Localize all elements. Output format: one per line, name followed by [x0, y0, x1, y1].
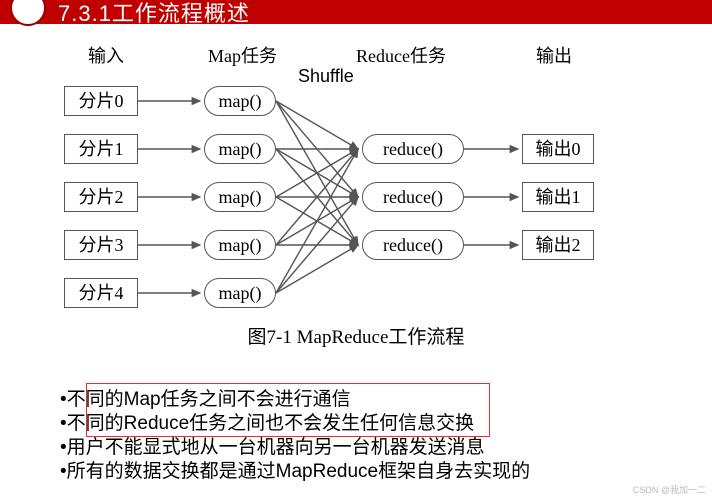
slide-title: 7.3.1工作流程概述	[58, 0, 250, 28]
bullet-item: 不同的Reduce任务之间也不会发生任何信息交换	[60, 412, 530, 436]
bullet-item: 不同的Map任务之间不会进行通信	[60, 388, 530, 412]
watermark: CSDN @我加一二	[633, 483, 706, 496]
university-seal-icon	[10, 0, 46, 26]
arrows-svg	[46, 42, 666, 342]
bullet-list: 不同的Map任务之间不会进行通信 不同的Reduce任务之间也不会发生任何信息交…	[60, 388, 530, 484]
figure-caption: 图7-1 MapReduce工作流程	[46, 322, 666, 349]
bullet-item: 所有的数据交换都是通过MapReduce框架自身去实现的	[60, 460, 530, 484]
slide-header: 7.3.1工作流程概述	[0, 0, 712, 24]
mapreduce-diagram: 输入 Map任务 Reduce任务 输出 Shuffle 分片0 分片1 分片2…	[46, 42, 666, 342]
bullet-item: 用户不能显式地从一台机器向另一台机器发送消息	[60, 436, 530, 460]
